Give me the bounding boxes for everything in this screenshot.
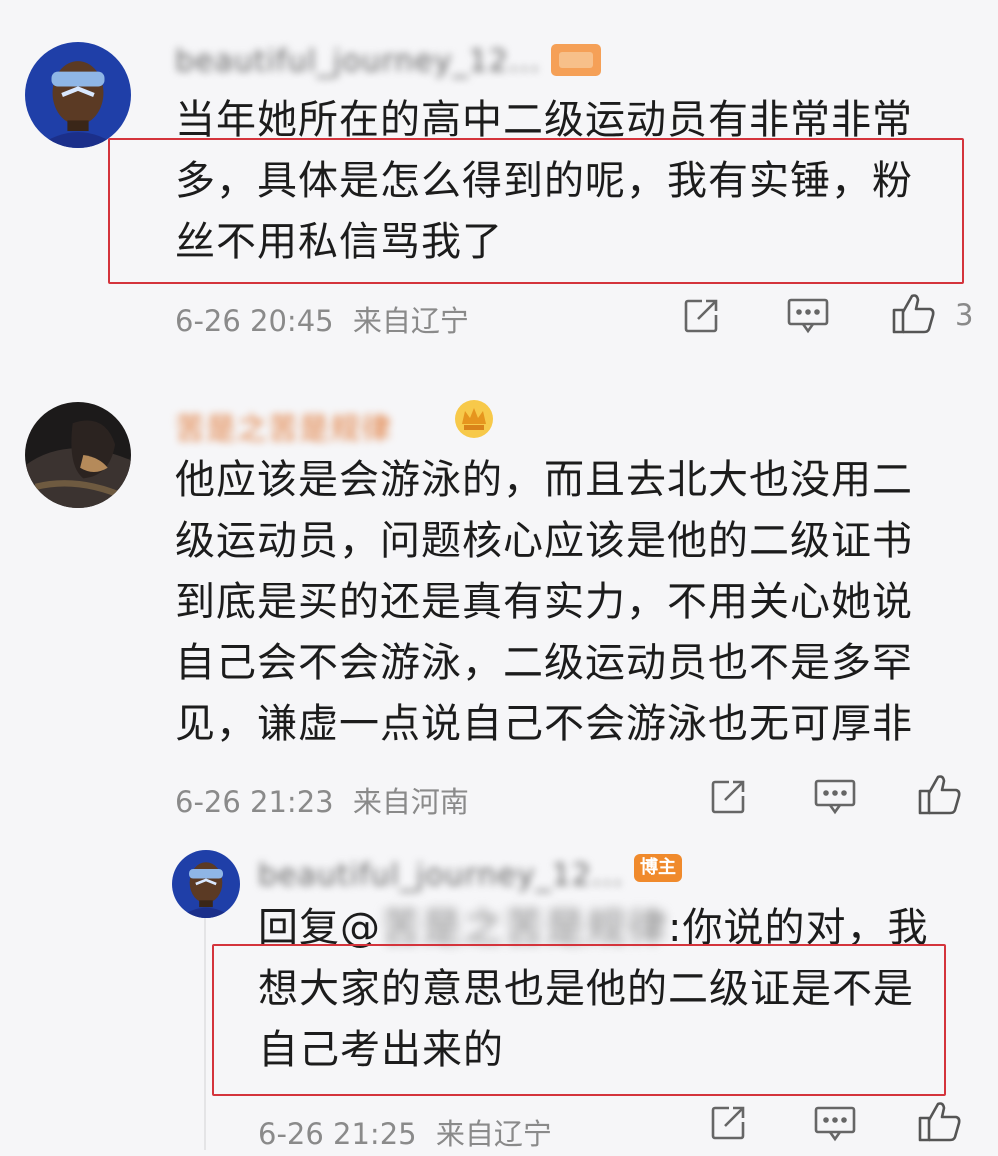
comment-icon[interactable] (787, 298, 829, 334)
comment-icon[interactable] (814, 1106, 856, 1142)
share-icon[interactable] (709, 778, 747, 816)
like-count: 3 (955, 298, 974, 332)
comment-text: 他应该是会游泳的，而且去北大也没用二 级运动员，问题核心应该是他的二级证书 到底… (175, 450, 913, 755)
username[interactable]: 苦是之苦是规律 (175, 404, 392, 448)
comment-line: 级运动员，问题核心应该是他的二级证书 (175, 518, 913, 564)
comment-line: 他应该是会游泳的，而且去北大也没用二 (175, 457, 913, 503)
reply-divider (204, 900, 206, 1150)
comment-time: 6-26 21:25 (258, 1117, 417, 1151)
thumbs-up-icon[interactable] (918, 1100, 962, 1142)
highlight-box (212, 944, 946, 1096)
comment-meta: 6-26 20:45 来自辽宁 (175, 298, 469, 340)
orange-badge-icon (551, 44, 601, 76)
comment-line: 见，谦虚一点说自己不会游泳也无可厚非 (175, 701, 913, 747)
avatar[interactable] (25, 402, 131, 508)
comment-line: 自己会不会游泳，二级运动员也不是多罕 (175, 640, 913, 686)
comment-time: 6-26 20:45 (175, 304, 334, 338)
comment-icon[interactable] (814, 779, 856, 815)
avatar[interactable] (172, 850, 240, 918)
host-badge: 博主 (634, 854, 682, 882)
comment-meta: 6-26 21:23 来自河南 (175, 779, 469, 821)
comment-meta: 6-26 21:25 来自辽宁 (258, 1111, 552, 1153)
comment-location: 来自河南 (352, 785, 469, 819)
thumbs-up-icon[interactable] (918, 773, 962, 815)
comment-location: 来自辽宁 (352, 304, 469, 338)
comment-line: 到底是买的还是真有实力，不用关心她说 (175, 579, 913, 625)
crown-badge-icon (453, 398, 495, 440)
avatar[interactable] (25, 42, 131, 148)
comment-location: 来自辽宁 (435, 1117, 552, 1151)
username[interactable]: beautiful_journey_12... (258, 858, 623, 893)
share-icon[interactable] (682, 297, 720, 335)
comment-time: 6-26 21:23 (175, 785, 334, 819)
share-icon[interactable] (709, 1104, 747, 1142)
thumbs-up-icon[interactable] (892, 292, 936, 334)
username[interactable]: beautiful_journey_12... (175, 44, 540, 79)
highlight-box (108, 138, 964, 284)
